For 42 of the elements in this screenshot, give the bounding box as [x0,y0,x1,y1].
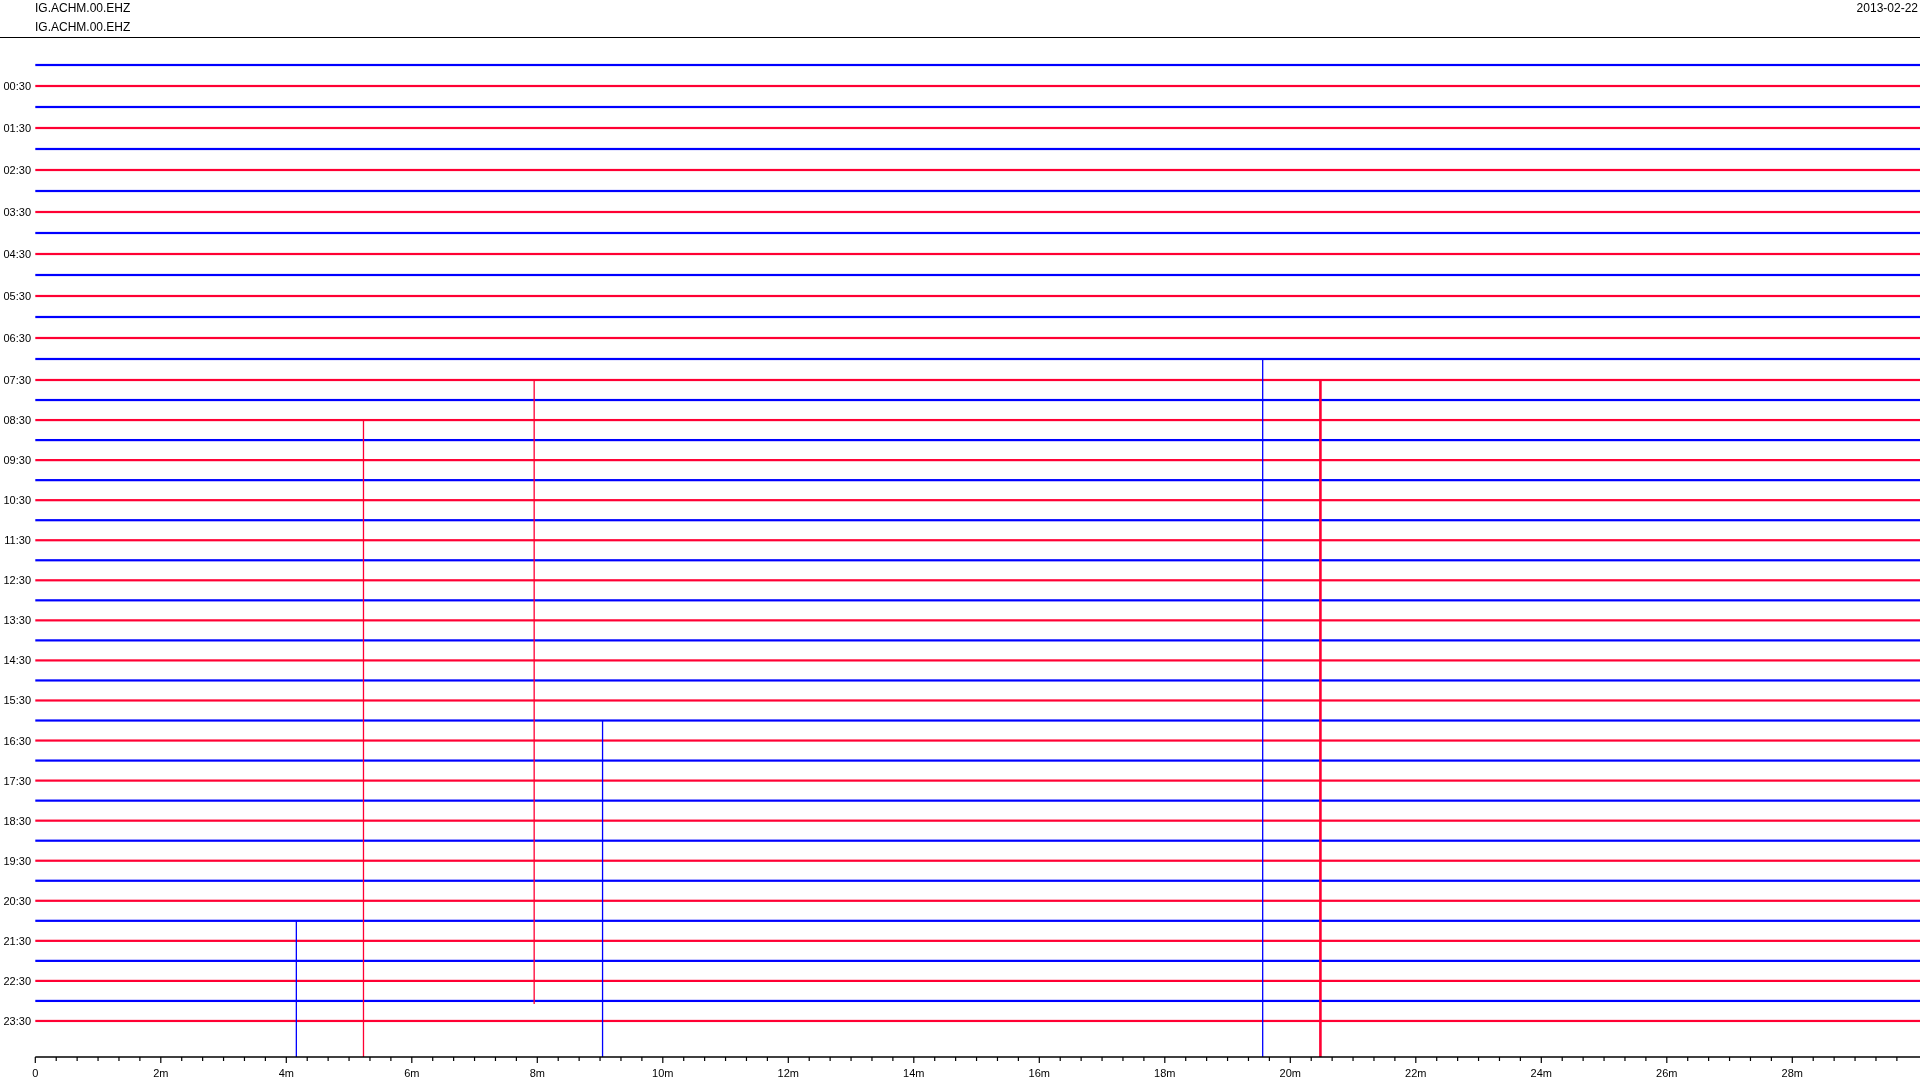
time-label: 20:30 [3,894,31,907]
axis-label: 0 [32,1067,39,1079]
time-label: 03:30 [3,206,31,218]
axis-label: 6m [404,1067,420,1079]
time-label: 19:30 [3,854,31,867]
station-label: IG.ACHM.00.EHZ [35,20,131,35]
time-label: 12:30 [3,574,31,587]
time-label: 02:30 [3,164,31,176]
time-label: 15:30 [3,694,31,707]
time-label: 18:30 [3,814,31,827]
axis-label: 20m [1279,1067,1301,1079]
time-label: 17:30 [3,774,31,787]
axis-label: 22m [1405,1067,1427,1079]
axis-label: 2m [153,1067,169,1079]
time-label: 14:30 [3,654,31,667]
time-label: 04:30 [3,248,31,260]
time-label: 01:30 [3,122,31,134]
time-label: 07:30 [3,374,31,386]
time-label: 21:30 [3,934,31,947]
axis-label: 18m [1154,1067,1176,1079]
axis-label: 8m [529,1067,545,1079]
axis-label: 28m [1781,1067,1803,1079]
axis-label: 4m [278,1067,294,1079]
axis-label: 10m [652,1067,674,1079]
time-label: 16:30 [3,734,31,747]
time-label: 10:30 [3,494,31,507]
station-label: IG.ACHM.00.EHZ [35,1,131,16]
time-label: 13:30 [3,614,31,627]
date-label: 2013-02-22 [1856,0,1918,16]
axis-label: 24m [1530,1067,1552,1079]
axis-label: 12m [777,1067,799,1079]
time-label: 00:30 [3,80,31,92]
time-label: 11:30 [4,534,31,547]
axis-label: 16m [1028,1067,1050,1079]
time-label: 05:30 [3,290,31,302]
axis-label: 14m [903,1067,925,1079]
axis-label: 26m [1656,1067,1678,1079]
time-label: 06:30 [3,332,31,344]
time-label: 23:30 [3,1014,31,1027]
time-label: 09:30 [3,454,31,467]
time-label: 08:30 [3,414,31,427]
time-label: 22:30 [3,974,31,987]
